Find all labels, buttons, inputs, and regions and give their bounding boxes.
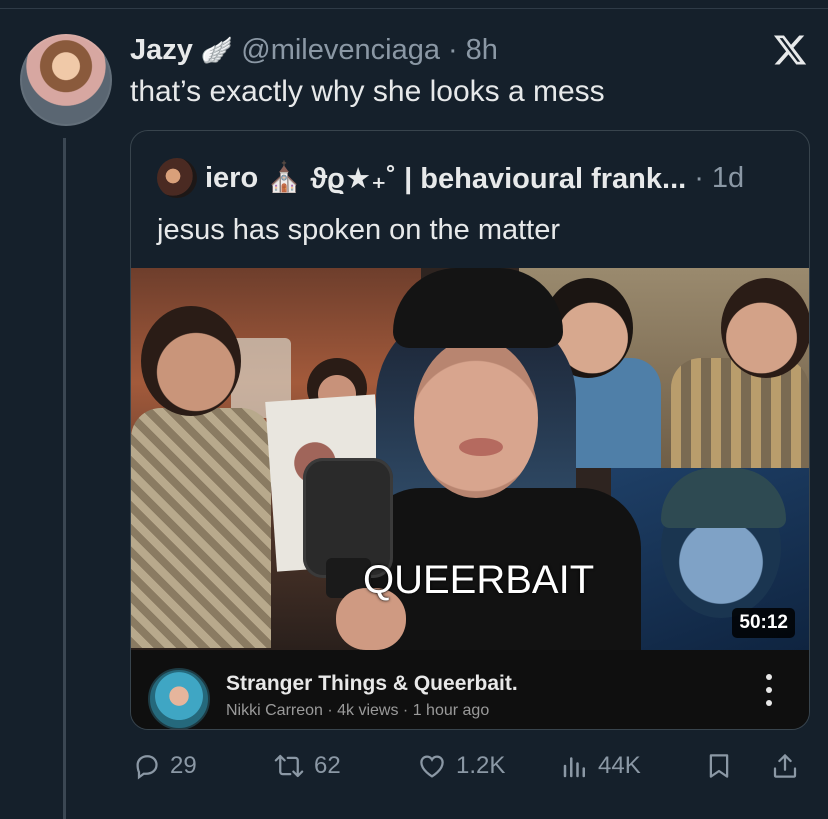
quote-avatar[interactable]: [157, 158, 197, 198]
top-divider: [0, 8, 828, 9]
quote-author-suffix[interactable]: ϑϱ★₊˚ | behavioural frank...: [310, 161, 686, 196]
like-button[interactable]: 1.2K: [416, 746, 505, 786]
views-button[interactable]: 44K: [560, 746, 641, 786]
video-thumbnail[interactable]: QUEERBAIT 50:12: [131, 268, 809, 650]
boy-left-body: [131, 408, 271, 648]
boy-left-head: [141, 306, 241, 416]
more-vertical-icon[interactable]: [765, 674, 773, 706]
quote-header: iero ⛪ ϑϱ★₊˚ | behavioural frank... · 1d: [157, 158, 744, 198]
bookmark-icon: [704, 751, 734, 781]
video-subtitle: Nikki Carreon · 4k views · 1 hour ago: [226, 702, 490, 719]
quote-time[interactable]: 1d: [712, 162, 744, 195]
avatar[interactable]: [20, 34, 112, 126]
thread-line: [63, 138, 66, 819]
like-icon: [416, 751, 448, 781]
views-icon: [560, 751, 590, 781]
woman-face: [414, 338, 538, 498]
author-name[interactable]: Jazy: [130, 34, 193, 67]
more-dot: [766, 687, 772, 693]
channel-avatar[interactable]: [148, 668, 210, 729]
bookmark-button[interactable]: [704, 746, 734, 786]
x-logo-icon[interactable]: [772, 32, 808, 68]
reply-icon: [132, 751, 162, 781]
video-title[interactable]: Stranger Things & Queerbait.: [226, 672, 518, 696]
quote-text: jesus has spoken on the matter: [157, 214, 561, 246]
church-emoji: ⛪: [266, 162, 303, 194]
repost-icon: [272, 751, 306, 781]
reply-button[interactable]: 29: [132, 746, 197, 786]
boy-far-right-body: [671, 358, 809, 468]
woman-hat: [393, 268, 563, 348]
like-count: 1.2K: [456, 752, 506, 779]
video-duration: 50:12: [732, 608, 795, 638]
quote-tweet[interactable]: iero ⛪ ϑϱ★₊˚ | behavioural frank... · 1d…: [130, 130, 810, 730]
repost-count: 62: [314, 752, 341, 779]
wing-emoji: 🪽: [200, 34, 234, 65]
woman-lips: [459, 438, 503, 456]
author-handle[interactable]: @milevenciaga: [241, 34, 440, 67]
share-button[interactable]: [770, 746, 800, 786]
quote-author-name[interactable]: iero: [205, 162, 258, 195]
more-dot: [766, 674, 772, 680]
thumbnail-overlay-text: QUEERBAIT: [363, 558, 595, 602]
reply-count: 29: [170, 752, 197, 779]
more-dot: [766, 700, 772, 706]
youtube-info-bar[interactable]: Stranger Things & Queerbait. Nikki Carre…: [131, 650, 809, 729]
meta-separator: ·: [447, 33, 458, 66]
boy-far-right-head: [721, 278, 809, 378]
tweet-header: Jazy 🪽 @milevenciaga · 8h: [130, 30, 498, 70]
share-icon: [770, 751, 800, 781]
views-count: 44K: [598, 752, 641, 779]
quote-meta-separator: ·: [694, 161, 704, 194]
tweet-time[interactable]: 8h: [466, 34, 498, 67]
action-bar: 29 62 1.2K 44K: [0, 746, 828, 786]
repost-button[interactable]: 62: [272, 746, 341, 786]
tweet-text: that’s exactly why she looks a mess: [130, 75, 605, 108]
